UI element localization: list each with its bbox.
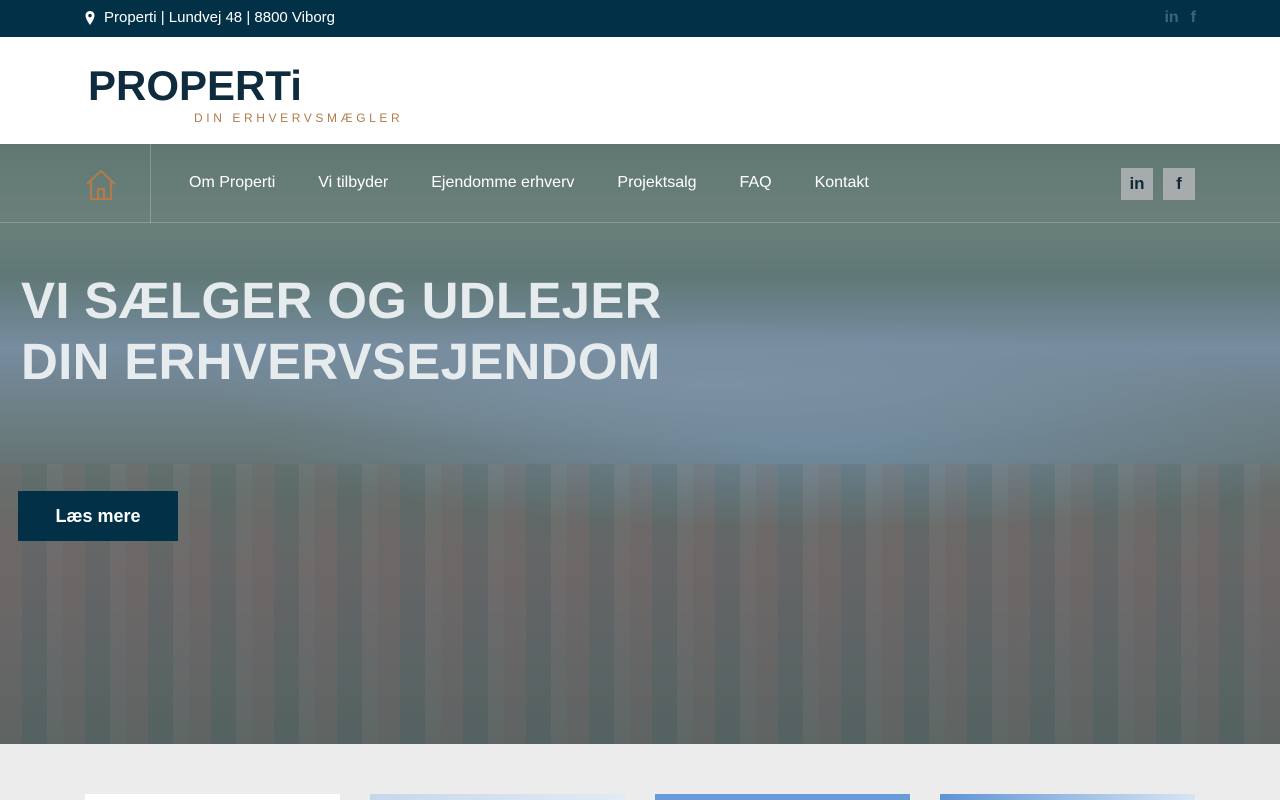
hero-section: Om Properti Vi tilbyder Ejendomme erhver… — [0, 144, 1280, 744]
read-more-button[interactable]: Læs mere — [18, 491, 178, 541]
map-pin-icon — [85, 10, 95, 25]
feature-card[interactable] — [940, 794, 1195, 800]
feature-cards — [85, 794, 1195, 800]
nav-item-projektsalg[interactable]: Projektsalg — [617, 174, 696, 192]
nav-social-buttons: in f — [1121, 168, 1195, 200]
top-social-links: in f — [1164, 9, 1196, 27]
top-bar: Properti | Lundvej 48 | 8800 Viborg in f — [0, 0, 1280, 37]
linkedin-icon[interactable]: in — [1164, 9, 1178, 27]
nav-item-faq[interactable]: FAQ — [740, 174, 772, 192]
main-navigation: Om Properti Vi tilbyder Ejendomme erhver… — [0, 144, 1280, 223]
feature-card[interactable] — [85, 794, 340, 800]
home-icon[interactable] — [84, 168, 118, 202]
nav-divider — [150, 144, 151, 223]
feature-card[interactable] — [655, 794, 910, 800]
nav-item-om-properti[interactable]: Om Properti — [189, 174, 275, 192]
address: Properti | Lundvej 48 | 8800 Viborg — [85, 9, 335, 26]
nav-item-kontakt[interactable]: Kontakt — [815, 174, 869, 192]
logo-tagline: DIN ERHVERVSMÆGLER — [194, 111, 404, 125]
hero-headline: VI SÆLGER OG UDLEJER DIN ERHVERVSEJENDOM — [21, 270, 662, 392]
nav-item-vi-tilbyder[interactable]: Vi tilbyder — [318, 174, 388, 192]
address-text: Properti | Lundvej 48 | 8800 Viborg — [104, 9, 336, 26]
facebook-icon[interactable]: f — [1191, 9, 1196, 27]
nav-menu: Om Properti Vi tilbyder Ejendomme erhver… — [189, 174, 912, 192]
facebook-icon: f — [1176, 174, 1182, 193]
properti-logo[interactable]: PROPERTi DIN ERHVERVSMÆGLER — [88, 62, 400, 126]
hero-headline-line-2: DIN ERHVERVSEJENDOM — [21, 333, 661, 390]
hero-headline-line-1: VI SÆLGER OG UDLEJER — [21, 272, 662, 329]
nav-item-ejendomme-erhverv[interactable]: Ejendomme erhverv — [431, 174, 574, 192]
linkedin-button[interactable]: in — [1121, 168, 1153, 200]
facebook-button[interactable]: f — [1163, 168, 1195, 200]
logo-wordmark: PROPERTi — [88, 62, 302, 109]
feature-card[interactable] — [370, 794, 625, 800]
logo-band: PROPERTi DIN ERHVERVSMÆGLER — [0, 37, 1280, 144]
linkedin-icon: in — [1129, 174, 1145, 193]
hero-overlay — [0, 144, 1280, 744]
